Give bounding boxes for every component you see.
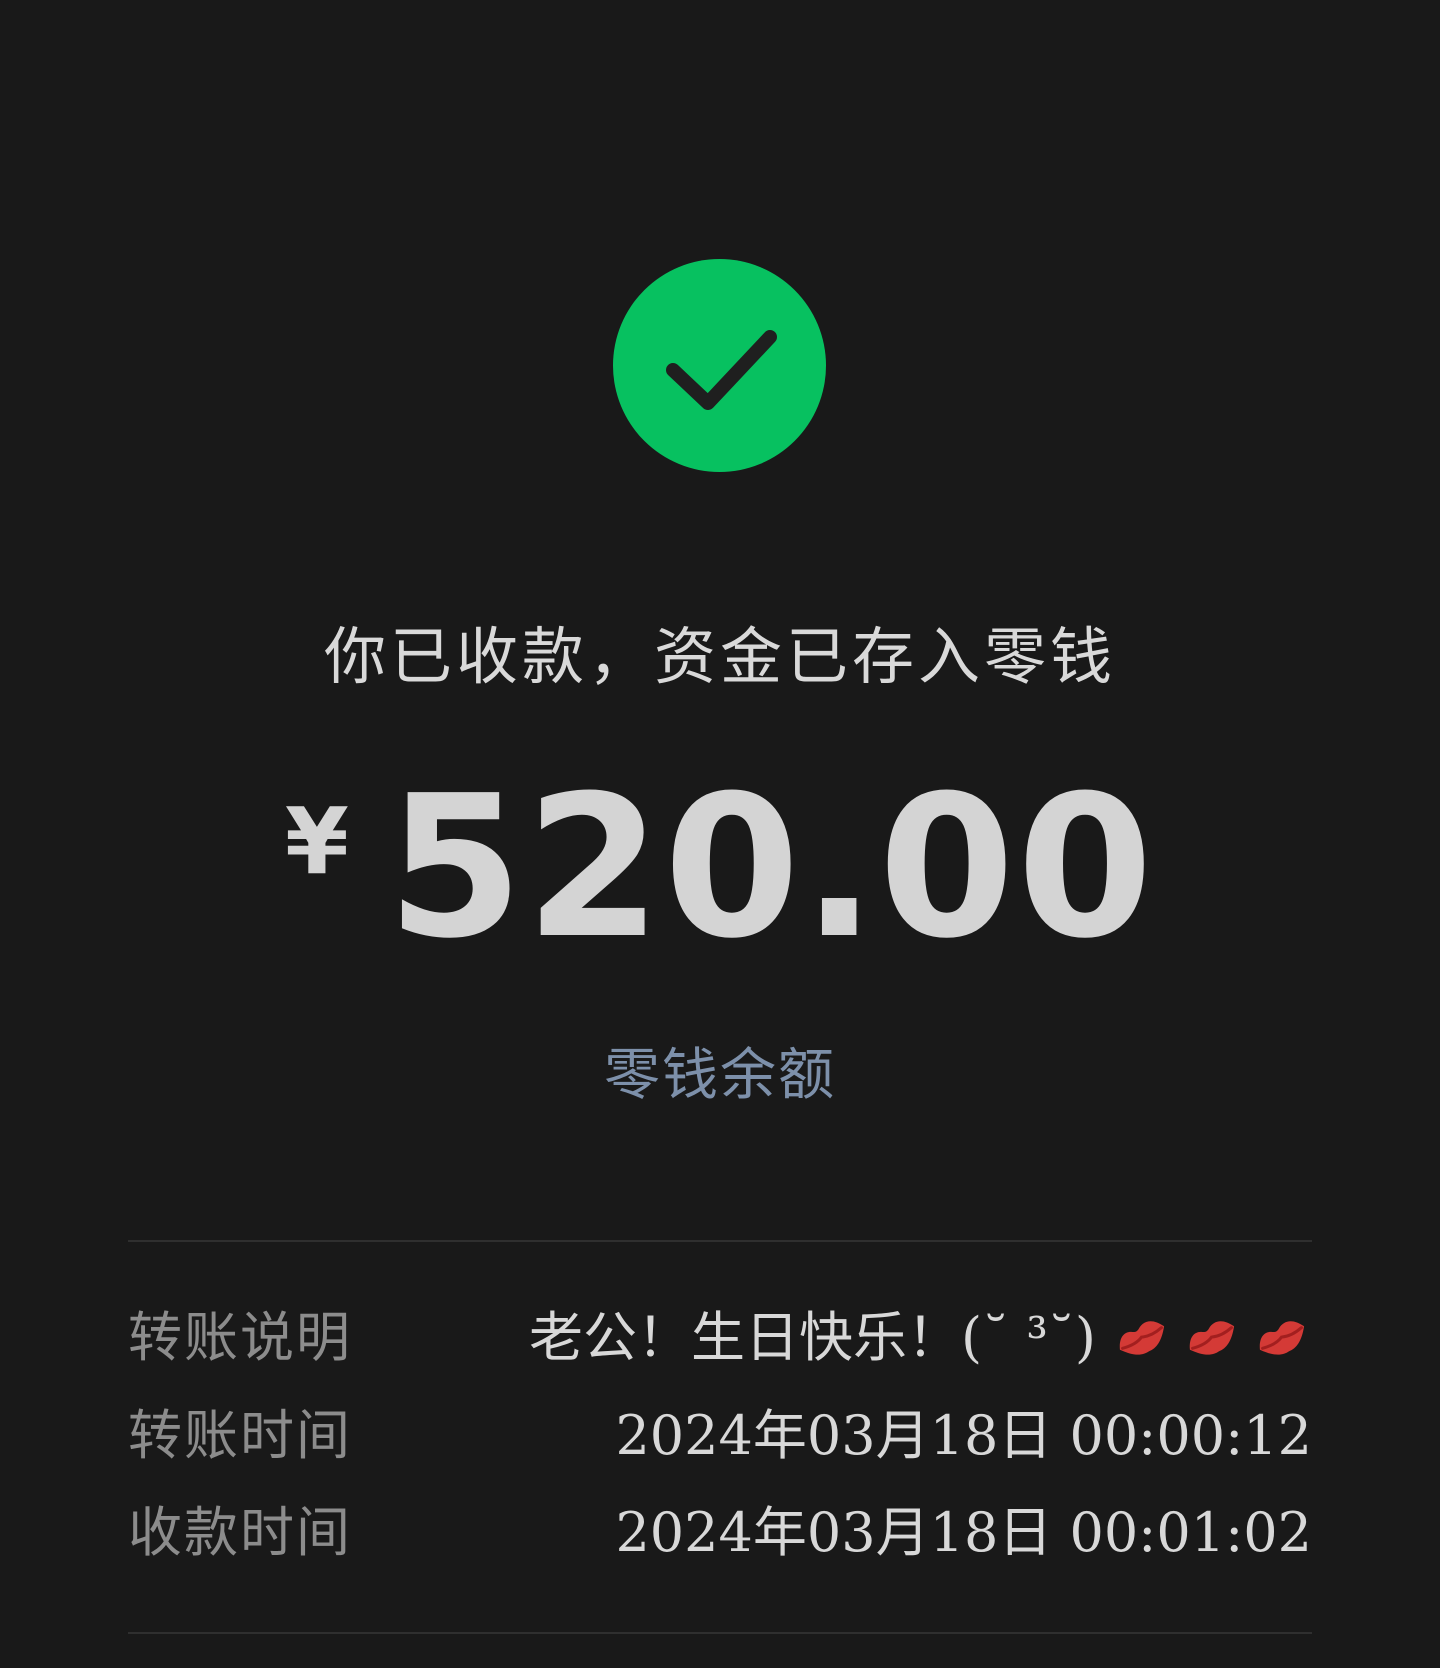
currency-symbol: ¥: [284, 788, 349, 895]
receive-time-value: 2024年03月18日 00:01:02: [615, 1501, 1312, 1564]
amount-display: ¥ 520.00: [0, 770, 1440, 966]
check-circle-icon: [613, 259, 826, 472]
balance-link[interactable]: 零钱余额: [0, 1036, 1440, 1116]
detail-row-receive-time: 收款时间 2024年03月18日 00:01:02: [128, 1491, 1312, 1575]
transfer-time-value: 2024年03月18日 00:00:12: [615, 1404, 1312, 1467]
note-value: 老公！生日快乐！(˘ ³˘): [529, 1306, 1096, 1369]
divider-top: [128, 1240, 1312, 1242]
lips-emoji-group: [1112, 1316, 1312, 1360]
lips-icon: [1112, 1316, 1172, 1360]
note-value-container: 老公！生日快乐！(˘ ³˘): [529, 1296, 1312, 1380]
transfer-time-label: 转账时间: [128, 1404, 352, 1467]
note-label: 转账说明: [128, 1306, 352, 1369]
lips-icon: [1182, 1316, 1242, 1360]
detail-row-transfer-time: 转账时间 2024年03月18日 00:00:12: [128, 1394, 1312, 1478]
receive-time-label: 收款时间: [128, 1501, 352, 1564]
lips-icon: [1252, 1316, 1312, 1360]
status-message: 你已收款，资金已存入零钱: [323, 620, 1116, 693]
divider-bottom: [128, 1632, 1312, 1634]
detail-row-note: 转账说明 老公！生日快乐！(˘ ³˘): [128, 1296, 1312, 1380]
amount-value: 520.00: [386, 754, 1156, 982]
transfer-receipt-screen: 你已收款，资金已存入零钱 ¥ 520.00 零钱余额 转账说明 老公！生日快乐！…: [0, 0, 1440, 1668]
